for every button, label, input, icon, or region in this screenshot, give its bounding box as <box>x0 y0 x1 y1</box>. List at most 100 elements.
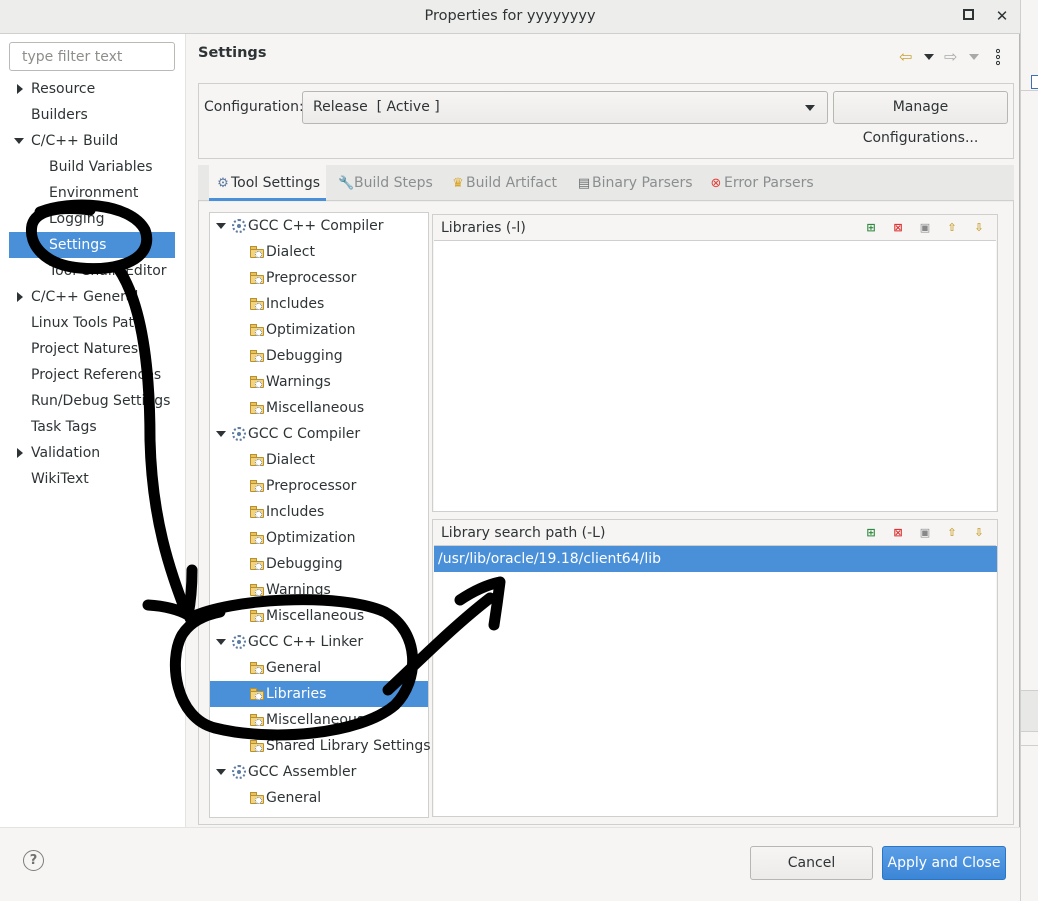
nav-item[interactable]: C/C++ General <box>9 284 175 310</box>
libraries-panel: Libraries (-l) ⊞ ⊠ ▣ ⇧ ⇩ <box>432 214 998 512</box>
nav-item[interactable]: Linux Tools Path <box>9 310 175 336</box>
tool-tree-option[interactable]: Warnings <box>210 369 428 395</box>
chevron-right-icon[interactable] <box>17 292 23 302</box>
tool-tree-option[interactable]: Warnings <box>210 577 428 603</box>
tool-tree-option-label: General <box>266 790 322 806</box>
delete-icon[interactable]: ⊠ <box>890 525 906 541</box>
nav-item[interactable]: Project Natures <box>9 336 175 362</box>
chevron-down-icon[interactable] <box>216 431 226 437</box>
option-folder-icon <box>250 480 265 492</box>
tool-tree-node[interactable]: GCC C++ Linker <box>210 629 428 655</box>
nav-item[interactable]: Run/Debug Settings <box>9 388 175 414</box>
option-folder-icon <box>250 402 265 414</box>
chevron-down-icon[interactable] <box>216 639 226 645</box>
tab-build-artifact[interactable]: ♛ Build Artifact <box>450 165 557 201</box>
apply-and-close-button[interactable]: Apply and Close <box>882 846 1006 880</box>
cancel-button[interactable]: Cancel <box>750 846 873 880</box>
window-title: Properties for yyyyyyyy <box>424 8 596 24</box>
tool-tree-option[interactable]: Debugging <box>210 551 428 577</box>
nav-item-label: Resource <box>31 81 96 97</box>
move-down-icon[interactable]: ⇩ <box>971 525 987 541</box>
forward-arrow-icon[interactable]: ⇨ <box>944 47 957 67</box>
add-icon[interactable]: ⊞ <box>863 220 879 236</box>
chevron-right-icon[interactable] <box>17 84 23 94</box>
nav-item[interactable]: Builders <box>9 102 175 128</box>
nav-item[interactable]: Build Variables <box>9 154 175 180</box>
add-icon[interactable]: ⊞ <box>863 525 879 541</box>
tool-tree-node[interactable]: GCC C++ Compiler <box>210 213 428 239</box>
nav-item[interactable]: Validation <box>9 440 175 466</box>
nav-item-label: C/C++ General <box>31 289 139 305</box>
tab-build-steps[interactable]: 🔧Build Steps <box>338 165 433 201</box>
option-folder-icon <box>250 376 265 388</box>
tool-tree-option[interactable]: General <box>210 785 428 811</box>
nav-item-label: Task Tags <box>31 419 97 435</box>
view-menu-icon[interactable] <box>995 48 1001 66</box>
nav-item[interactable]: Task Tags <box>9 414 175 440</box>
nav-item[interactable]: C/C++ Build <box>9 128 175 154</box>
tool-tree-option[interactable]: Debugging <box>210 343 428 369</box>
nav-item-label: Build Variables <box>49 159 153 175</box>
filter-input[interactable] <box>9 42 175 71</box>
tool-tree-option[interactable]: Dialect <box>210 239 428 265</box>
tool-tree-option[interactable]: Includes <box>210 291 428 317</box>
nav-item[interactable]: Project References <box>9 362 175 388</box>
move-up-icon[interactable]: ⇧ <box>944 220 960 236</box>
tool-tree-option[interactable]: Dialect <box>210 447 428 473</box>
configuration-label: Configuration: <box>204 99 304 115</box>
maximize-button[interactable] <box>956 4 980 28</box>
tool-tree-node[interactable]: GCC Assembler <box>210 759 428 785</box>
nav-item[interactable]: Tool Chain Editor <box>9 258 175 284</box>
nav-item[interactable]: Settings <box>9 232 175 258</box>
tool-tree-option[interactable]: Preprocessor <box>210 265 428 291</box>
tool-tree-label: GCC Assembler <box>248 764 357 780</box>
back-arrow-icon[interactable]: ⇦ <box>899 47 912 67</box>
option-folder-icon <box>250 584 265 596</box>
tool-tree-option[interactable]: Shared Library Settings <box>210 733 431 759</box>
tab-tool-settings[interactable]: ⚙ Tool Settings <box>209 165 327 201</box>
move-down-icon[interactable]: ⇩ <box>971 220 987 236</box>
option-folder-icon <box>250 246 265 258</box>
configuration-select[interactable]: Release [ Active ] <box>302 91 828 124</box>
chevron-down-icon[interactable] <box>216 223 226 229</box>
tool-tree-option[interactable]: Miscellaneous <box>210 395 428 421</box>
tool-tree-option[interactable]: Optimization <box>210 525 428 551</box>
nav-item[interactable]: Environment <box>9 180 175 206</box>
manage-configurations-button[interactable]: Manage Configurations... <box>833 91 1008 146</box>
close-button[interactable]: ✕ <box>990 4 1014 28</box>
tool-tree-option[interactable]: Preprocessor <box>210 473 428 499</box>
tool-gear-icon <box>232 427 246 441</box>
tab-binary-parsers[interactable]: ▤ Binary Parsers <box>576 165 693 201</box>
tool-tree-option[interactable]: Miscellaneous <box>210 707 428 733</box>
tool-tree-option[interactable]: Includes <box>210 499 428 525</box>
move-up-icon[interactable]: ⇧ <box>944 525 960 541</box>
binary-parsers-icon: ▤ <box>577 176 591 191</box>
delete-icon[interactable]: ⊠ <box>890 220 906 236</box>
tool-tree-option[interactable]: General <box>210 655 428 681</box>
list-item[interactable]: /usr/lib/oracle/19.18/client64/lib <box>434 546 997 572</box>
option-folder-icon <box>250 532 265 544</box>
edit-icon[interactable]: ▣ <box>917 525 933 541</box>
chevron-down-icon[interactable] <box>216 769 226 775</box>
nav-item[interactable]: Logging <box>9 206 175 232</box>
tool-tree-option-label: Warnings <box>266 374 331 390</box>
nav-item[interactable]: WikiText <box>9 466 175 492</box>
library-paths-list[interactable]: /usr/lib/oracle/19.18/client64/lib <box>434 545 997 816</box>
chevron-right-icon[interactable] <box>17 448 23 458</box>
tool-tree-option[interactable]: Libraries <box>210 681 428 707</box>
tool-tree-option-label: Debugging <box>266 556 343 572</box>
option-folder-icon <box>250 792 265 804</box>
help-icon[interactable]: ? <box>23 850 44 871</box>
nav-item[interactable]: Resource <box>9 76 175 102</box>
edit-icon[interactable]: ▣ <box>917 220 933 236</box>
option-folder-icon <box>250 714 265 726</box>
tool-tree-option[interactable]: Optimization <box>210 317 428 343</box>
libraries-list[interactable] <box>434 240 996 511</box>
tool-tree-option[interactable]: Miscellaneous <box>210 603 428 629</box>
nav-divider <box>185 34 186 827</box>
chevron-down-icon[interactable] <box>14 138 24 144</box>
tool-tree-node[interactable]: GCC C Compiler <box>210 421 428 447</box>
tool-tree-option-label: Libraries <box>266 686 327 702</box>
option-folder-icon <box>250 688 265 700</box>
tab-error-parsers[interactable]: ⊗ Error Parsers <box>708 165 814 201</box>
